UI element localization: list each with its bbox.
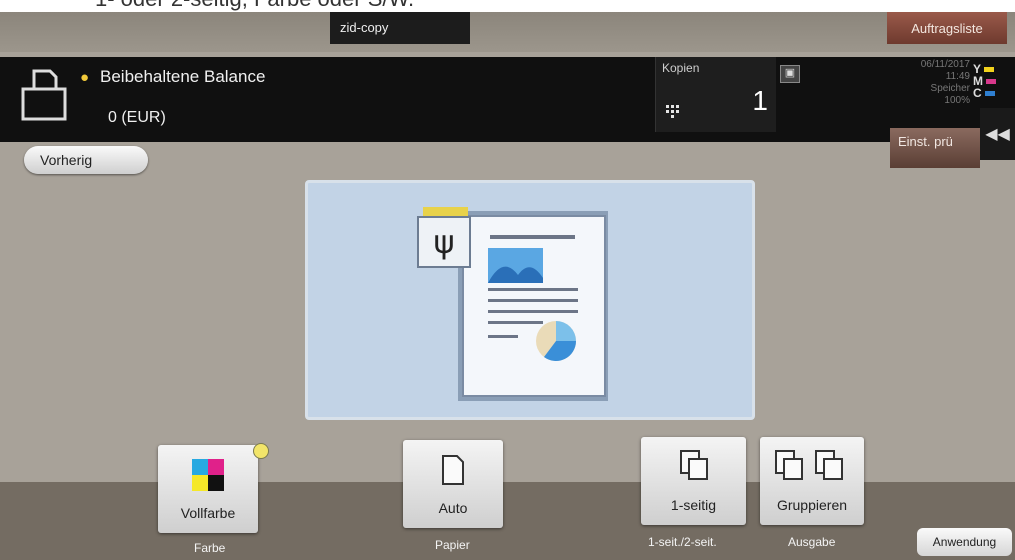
copier-screen: zid-copy Auftragsliste ● Beibehaltene Ba… [0,12,1015,560]
copies-box[interactable]: Kopien 1 [655,57,776,132]
copies-count: 1 [752,85,768,116]
duplex-caption: 1-seit./2-seit. [648,535,717,549]
paper-button-label: Auto [438,500,468,516]
tab-zid-copy[interactable]: zid-copy [330,12,470,44]
toner-c: C [973,87,1013,99]
svg-text:ψ: ψ [433,223,454,261]
job-list-button[interactable]: Auftragsliste [887,12,1007,44]
info-bar: ● Beibehaltene Balance 0 (EUR) Kopien 1 … [0,57,1015,142]
pie-chart-icon [536,321,576,361]
status-memory-value: 100% [944,95,970,106]
copies-label: Kopien [662,61,700,75]
paper-caption: Papier [435,538,470,552]
group-button[interactable]: Gruppieren [760,437,864,525]
toner-m-bar [986,78,996,84]
duplex-button-label: 1-seitig [670,497,717,513]
usb-connector-icon [423,207,468,217]
keypad-icon[interactable] [666,105,680,119]
account-balance: 0 (EUR) [108,109,166,126]
color-button[interactable]: Vollfarbe [158,445,258,533]
group-button-label: Gruppieren [776,497,848,513]
color-button-label: Vollfarbe [180,505,236,521]
status-date: 06/11/2017 [920,59,970,70]
instruction-caption: 1- oder 2-seitig, Farbe oder S/W. [95,0,414,12]
duplex-button[interactable]: 1-seitig [641,437,746,525]
toner-y-bar [984,66,995,72]
check-settings-button[interactable]: Einst. prü [890,128,980,168]
account-name: Beibehaltene Balance [100,67,266,86]
status-memory-label: Speicher [930,83,970,94]
usb-document-illustration: ψ [417,207,608,401]
setting-indicator-dot [253,443,269,459]
paper-sheet-icon [442,455,464,485]
paper-button[interactable]: Auto [403,440,503,528]
previous-button[interactable]: Vorherig [24,146,148,174]
preview-panel: ψ [305,180,755,420]
application-button[interactable]: Anwendung [917,528,1012,556]
double-chevron-left-icon[interactable]: ◀◀ [980,108,1015,160]
top-band [0,12,1015,52]
toner-c-bar [984,90,995,96]
color-caption: Farbe [194,541,226,555]
bulb-icon: ● [80,69,90,86]
status-panel: 06/11/2017 11:49 Speicher 100% [880,59,970,107]
group-caption: Ausgabe [788,535,836,549]
cmyk-color-icon [192,459,224,491]
status-time: 11:49 [945,71,970,82]
duplex-icon [680,450,708,480]
printer-icon [21,69,67,121]
group-pages-icon [775,450,843,480]
toner-levels: Y M C [973,63,1013,99]
scan-icon: ▣ [780,65,800,83]
